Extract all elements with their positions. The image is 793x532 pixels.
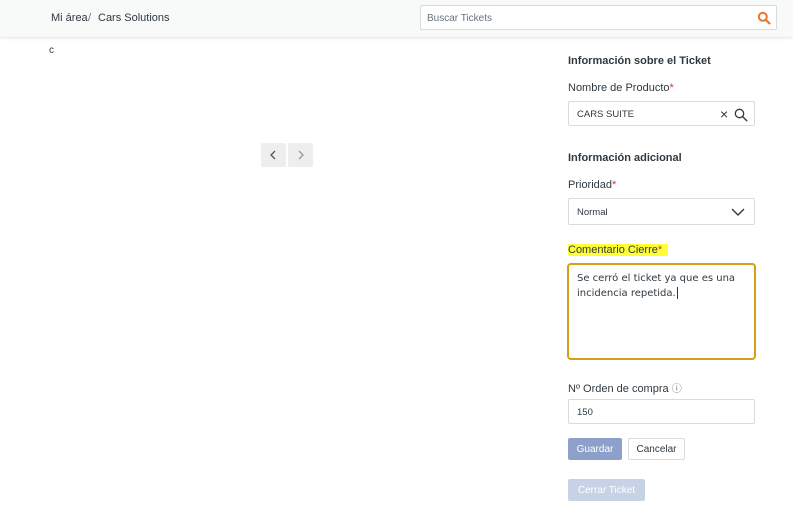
additional-info-title: Información adicional [568,152,682,164]
ticket-info-title: Información sobre el Ticket [568,55,711,67]
breadcrumb-current[interactable]: Cars Solutions [98,12,170,24]
closing-comment-label: Comentario Cierre* [568,244,669,256]
priority-label-text: Prioridad [568,179,613,191]
breadcrumb-separator: / [88,12,92,24]
search-input[interactable] [427,10,747,26]
product-field[interactable]: CARS SUITE × [568,101,755,126]
closing-comment-highlight: Comentario Cierre* [568,244,669,256]
priority-value: Normal [577,207,608,218]
content-text: c [49,45,54,56]
closing-comment-value: Se cerró el ticket ya que es una inciden… [577,273,736,299]
next-button[interactable] [288,143,313,167]
search-box [420,5,777,30]
close-ticket-button[interactable]: Cerrar Ticket [568,479,645,501]
breadcrumb-home[interactable]: Mi área [51,12,88,24]
save-button[interactable]: Guardar [568,438,622,460]
product-label-text: Nombre de Producto [568,82,670,94]
closing-comment-textarea[interactable]: Se cerró el ticket ya que es una inciden… [567,263,756,360]
top-bar: Mi área / Cars Solutions [0,0,793,38]
purchase-order-field[interactable]: 150 [568,399,755,424]
product-value: CARS SUITE [577,109,635,120]
clear-icon[interactable]: × [720,106,728,122]
chevron-right-icon [298,150,304,160]
chevron-left-icon [270,150,276,160]
previous-button[interactable] [261,143,286,167]
product-label: Nombre de Producto* [568,82,674,94]
info-icon[interactable]: ⓘ [672,384,682,395]
required-mark: * [612,179,617,191]
purchase-order-value: 150 [577,407,593,418]
closing-comment-label-text: Comentario Cierre [568,244,658,256]
chevron-down-icon [731,208,745,216]
purchase-order-label: Nº Orden de compra ⓘ [568,380,682,395]
text-caret [676,287,678,299]
priority-select[interactable]: Normal [568,198,755,225]
required-mark: * [669,82,674,94]
priority-label: Prioridad* [568,179,616,191]
required-mark: * [657,244,663,256]
search-icon[interactable] [734,108,748,122]
search-icon[interactable] [757,11,771,25]
cancel-button[interactable]: Cancelar [628,438,685,460]
purchase-order-label-text: Nº Orden de compra [568,383,669,395]
